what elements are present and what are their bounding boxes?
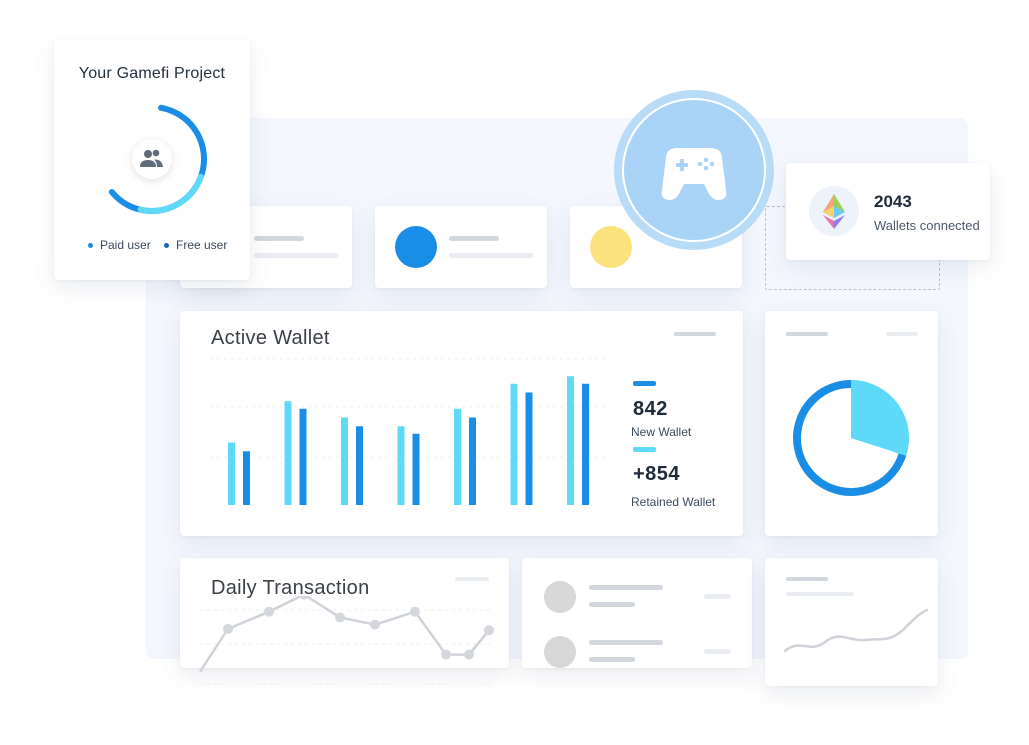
legend-paid: Paid user xyxy=(88,238,151,252)
placeholder-line xyxy=(886,332,918,336)
line-point[interactable] xyxy=(441,649,451,660)
gamepad-icon xyxy=(661,148,727,200)
wallets-connected-card[interactable]: 2043 Wallets connected xyxy=(786,163,990,260)
bar[interactable] xyxy=(510,383,518,505)
bar[interactable] xyxy=(469,417,476,506)
project-card[interactable]: Your Gamefi Project Paid user Free user xyxy=(54,40,250,280)
active-wallet-card[interactable]: Active Wallet 842 New Wallet +854 Retain… xyxy=(180,311,743,536)
user-ratio-ring xyxy=(97,104,207,214)
placeholder-line xyxy=(589,657,635,662)
active-wallet-bar-chart xyxy=(210,358,610,506)
summary-card-2[interactable] xyxy=(375,206,547,288)
retained-wallet-value: +854 xyxy=(633,463,681,485)
line-point[interactable] xyxy=(484,625,494,636)
new-wallet-label: New Wallet xyxy=(631,425,692,439)
line-point[interactable] xyxy=(335,612,345,623)
legend-free: Free user xyxy=(164,238,227,252)
bar[interactable] xyxy=(582,383,589,505)
line-point[interactable] xyxy=(410,606,420,617)
placeholder-line xyxy=(449,236,499,241)
bar[interactable] xyxy=(228,442,235,506)
avatar xyxy=(544,581,576,613)
bar[interactable] xyxy=(525,392,533,506)
retained-wallet-label: Retained Wallet xyxy=(631,495,716,509)
avatar xyxy=(544,636,576,668)
daily-transaction-line-chart xyxy=(198,596,494,685)
placeholder-line xyxy=(786,332,828,336)
status-dot-blue xyxy=(395,226,437,268)
placeholder-line xyxy=(254,253,338,258)
pie-chart-card[interactable] xyxy=(765,311,938,536)
bar[interactable] xyxy=(299,408,307,505)
line-point[interactable] xyxy=(223,623,233,634)
wallets-count: 2043 xyxy=(874,192,912,211)
bar[interactable] xyxy=(243,451,250,505)
line-point[interactable] xyxy=(264,606,274,617)
placeholder-line xyxy=(589,585,663,590)
bar[interactable] xyxy=(567,376,574,505)
bar[interactable] xyxy=(341,417,348,506)
bar[interactable] xyxy=(284,401,292,505)
line-point[interactable] xyxy=(370,619,380,630)
distribution-pie-chart xyxy=(793,380,909,496)
placeholder-line xyxy=(254,236,304,241)
new-wallet-marker xyxy=(633,381,656,386)
line-point[interactable] xyxy=(299,596,309,600)
ethereum-icon xyxy=(823,194,845,229)
bar[interactable] xyxy=(397,426,405,505)
pie-slice[interactable] xyxy=(851,380,909,456)
placeholder-line xyxy=(449,253,533,258)
card-menu-placeholder[interactable] xyxy=(674,332,716,336)
game-badge xyxy=(614,90,774,250)
sparkline xyxy=(783,608,929,653)
bar[interactable] xyxy=(412,433,420,505)
retained-wallet-marker xyxy=(633,447,656,452)
project-title: Your Gamefi Project xyxy=(78,65,226,82)
placeholder-line xyxy=(589,602,635,607)
placeholder-line xyxy=(704,594,731,599)
wallets-label: Wallets connected xyxy=(874,218,980,233)
placeholder-line xyxy=(589,640,663,645)
sparkline-card[interactable] xyxy=(765,558,938,686)
line-point[interactable] xyxy=(464,649,474,660)
line-series xyxy=(198,596,490,673)
bar[interactable] xyxy=(454,408,461,505)
placeholder-line xyxy=(704,649,731,654)
new-wallet-value: 842 xyxy=(633,398,668,420)
card-menu-placeholder[interactable] xyxy=(455,577,489,581)
activity-list-card[interactable] xyxy=(522,558,752,668)
bar[interactable] xyxy=(356,426,363,505)
